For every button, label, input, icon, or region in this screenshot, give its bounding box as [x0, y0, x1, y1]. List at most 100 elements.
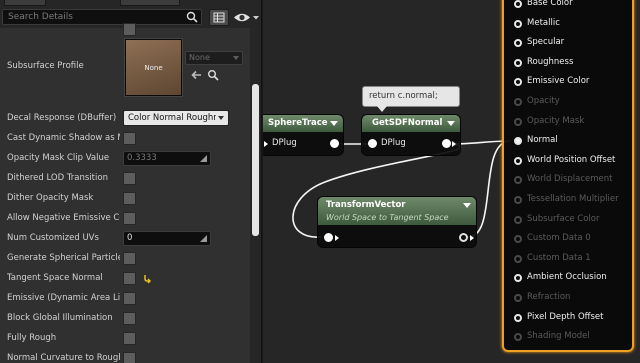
combo-value: Color Normal Roughness: [128, 113, 216, 123]
pin-dot[interactable]: [514, 0, 522, 8]
pin-label: Emissive Color: [527, 76, 590, 87]
partial-checkbox[interactable]: [123, 23, 136, 36]
pin-label: Opacity: [527, 96, 560, 106]
result-pin[interactable]: Pixel Depth Offset: [514, 311, 634, 327]
result-pin[interactable]: Metallic: [514, 17, 634, 33]
eye-icon: [234, 13, 259, 22]
pin-dot: [514, 196, 522, 204]
property-row: Num Customized UVs 0: [0, 229, 250, 249]
input-arrow-icon: [335, 235, 339, 241]
property-row: Decal Response (DBuffer) Color Normal Rou…: [0, 109, 250, 129]
pin-dot[interactable]: [514, 156, 522, 165]
output-pin[interactable]: [442, 139, 451, 148]
pin-label: Roughness: [527, 56, 574, 67]
section-header-partial: [0, 23, 250, 37]
property-row: Dither Opacity Mask: [0, 189, 250, 209]
property-row: Block Global Illumination: [0, 309, 250, 329]
scrollbar-thumb[interactable]: [252, 84, 259, 236]
result-pin: Custom Data 1: [514, 252, 634, 268]
visibility-options-button[interactable]: [232, 10, 260, 25]
property-label: Opacity Mask Clip Value: [7, 153, 110, 163]
chevron-down-icon: [233, 56, 239, 60]
property-checkbox[interactable]: [123, 352, 136, 363]
property-row: Generate Spherical Particle Normals: [0, 249, 250, 269]
chevron-down-icon[interactable]: [463, 203, 471, 208]
property-checkbox[interactable]: [123, 132, 136, 145]
material-result-node[interactable]: Base Color Metallic Specular Roughness Emiss…: [502, 0, 634, 352]
input-pin[interactable]: [368, 139, 377, 148]
property-combo[interactable]: Color Normal Roughness: [123, 110, 229, 126]
property-checkbox[interactable]: [123, 212, 136, 225]
pin-dot: [514, 333, 522, 342]
chevron-down-icon[interactable]: [330, 121, 338, 126]
result-pin[interactable]: Roughness: [514, 56, 634, 72]
pin-dot[interactable]: [514, 39, 522, 48]
property-matrix-button[interactable]: [209, 9, 229, 26]
result-pin[interactable]: Normal: [514, 134, 634, 150]
result-pin[interactable]: World Position Offset: [514, 154, 634, 170]
pin-dot[interactable]: [514, 58, 522, 67]
node-sphere-trace[interactable]: SphereTrace DPlug: [263, 115, 343, 155]
output-pin[interactable]: [330, 139, 339, 148]
pin-label: Shading Model: [527, 331, 590, 342]
use-selected-arrow-icon[interactable]: [190, 69, 202, 81]
search-input[interactable]: Search Details: [2, 9, 202, 25]
property-label: Dither Opacity Mask: [7, 193, 94, 203]
browse-search-icon[interactable]: [207, 69, 219, 81]
pin-dot[interactable]: [514, 78, 522, 87]
subsurface-asset-combo[interactable]: None: [185, 51, 243, 65]
reset-to-default-icon[interactable]: [142, 273, 153, 284]
subsurface-thumbnail[interactable]: None: [125, 39, 182, 96]
resize-grip-icon[interactable]: [200, 235, 207, 242]
exec-arrow-icon: [264, 141, 268, 147]
pin-label: Metallic: [527, 17, 560, 28]
property-number-field[interactable]: 0: [123, 231, 211, 246]
search-placeholder: Search Details: [8, 12, 73, 22]
property-row: Dithered LOD Transition: [0, 169, 250, 189]
result-pin[interactable]: Emissive Color: [514, 75, 634, 91]
material-graph[interactable]: return c.normal; SphereTrace DPlug GetSD…: [263, 0, 640, 363]
property-checkbox[interactable]: [123, 272, 136, 285]
pin-dot[interactable]: [514, 313, 522, 322]
input-pin[interactable]: [324, 233, 333, 242]
property-label: Num Customized UVs: [7, 233, 99, 243]
node-header: GetSDFNormal: [362, 115, 460, 132]
property-number-field[interactable]: 0.3333: [123, 151, 211, 166]
pin-label: Ambient Occlusion: [527, 272, 607, 283]
node-title: GetSDFNormal: [372, 118, 443, 128]
pin-dot: [514, 215, 522, 224]
property-label: Decal Response (DBuffer): [7, 113, 117, 123]
subsurface-profile-row: Subsurface Profile None None: [0, 37, 250, 99]
chevron-down-icon[interactable]: [447, 121, 455, 126]
property-label: Dithered LOD Transition: [7, 173, 108, 183]
search-icon[interactable]: [186, 11, 198, 23]
result-pin[interactable]: Specular: [514, 36, 634, 52]
result-pin: World Displacement: [514, 173, 634, 189]
result-pin[interactable]: Ambient Occlusion: [514, 271, 634, 287]
property-checkbox[interactable]: [123, 192, 136, 205]
property-row: Opacity Mask Clip Value 0.3333: [0, 149, 250, 169]
result-pin: Opacity Mask: [514, 115, 634, 131]
pin-dot: [514, 98, 522, 106]
result-pin: Subsurface Color: [514, 213, 634, 229]
property-checkbox[interactable]: [123, 332, 136, 345]
pin-label: Specular: [527, 37, 565, 48]
comment-bubble[interactable]: return c.normal;: [362, 86, 460, 112]
property-checkbox[interactable]: [123, 292, 136, 305]
output-pin[interactable]: [459, 233, 468, 242]
node-title: TransformVector: [326, 200, 406, 210]
property-label: Fully Rough: [7, 333, 57, 343]
node-transform-vector[interactable]: TransformVector World Space to Tangent S…: [318, 197, 476, 247]
pin-dot[interactable]: [514, 137, 522, 146]
pin-dot[interactable]: [514, 274, 522, 283]
property-checkbox[interactable]: [123, 312, 136, 325]
node-get-sdf-normal[interactable]: GetSDFNormal DPlug: [362, 115, 460, 155]
property-label: Block Global Illumination: [7, 313, 113, 323]
pin-dot: [514, 117, 522, 126]
property-checkbox[interactable]: [123, 252, 136, 265]
property-checkbox[interactable]: [123, 172, 136, 185]
pin-label: World Position Offset: [527, 154, 616, 165]
resize-grip-icon[interactable]: [200, 155, 207, 162]
pin-dot[interactable]: [514, 19, 522, 28]
result-pin[interactable]: Base Color: [514, 0, 634, 13]
